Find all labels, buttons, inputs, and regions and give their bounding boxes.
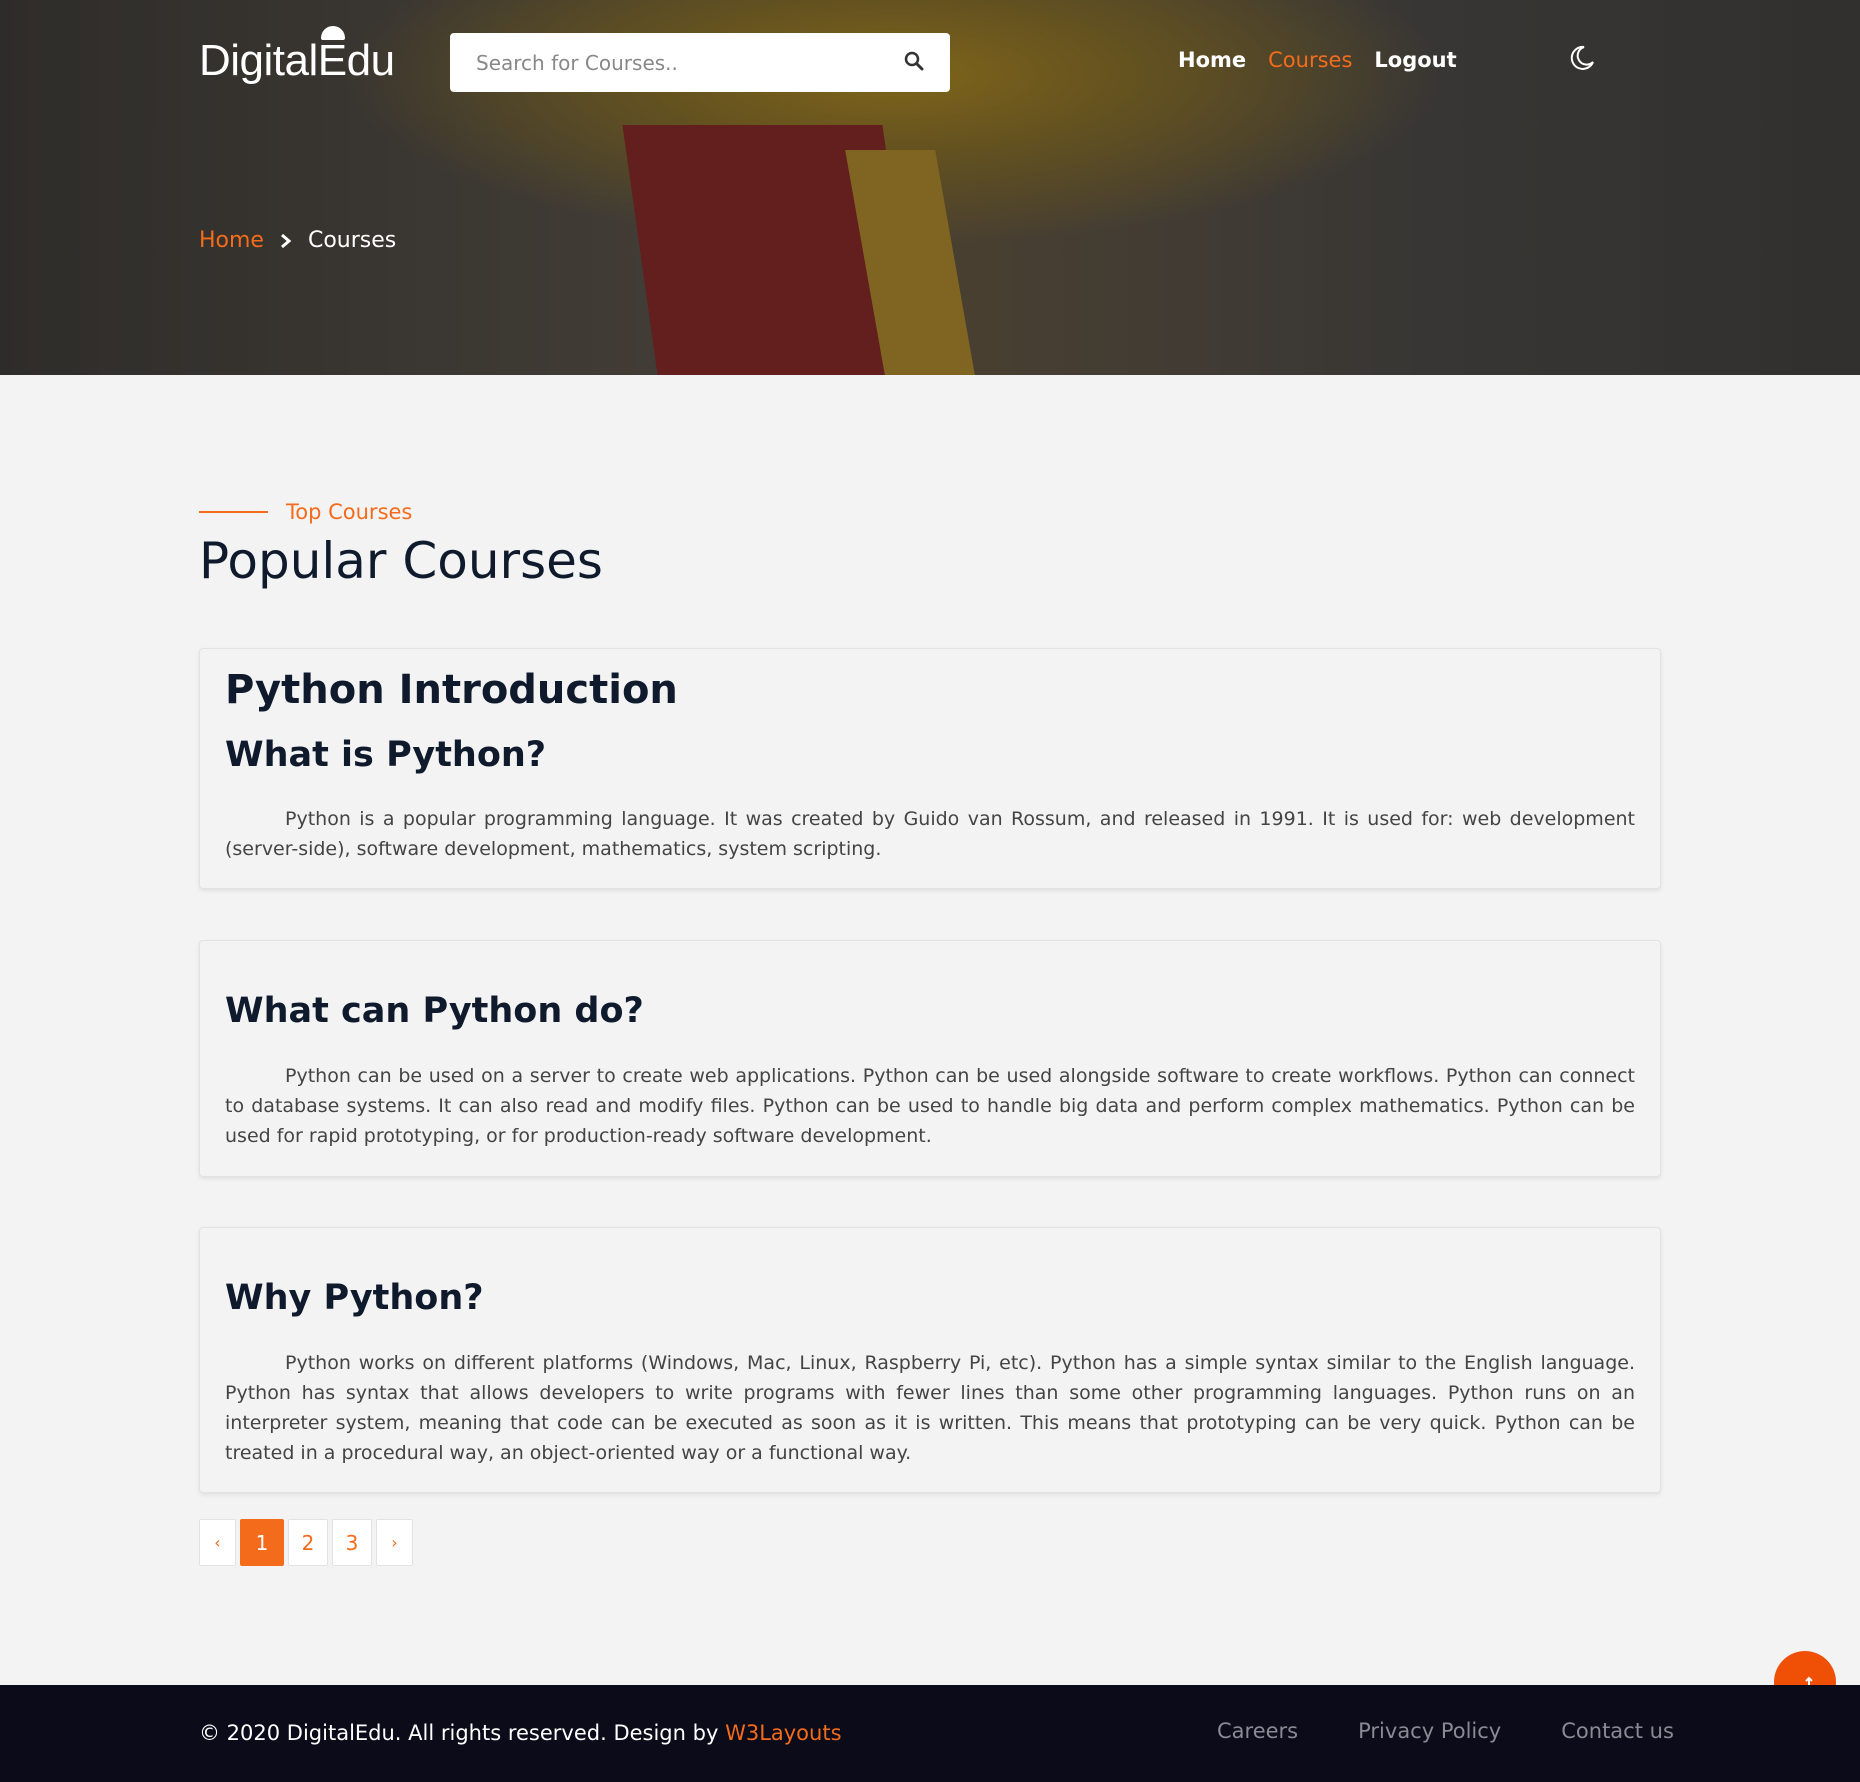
card-heading: Why Python? bbox=[225, 1278, 484, 1318]
main-nav: Home Courses Logout bbox=[1178, 48, 1457, 72]
nav-home[interactable]: Home bbox=[1178, 48, 1246, 72]
nav-courses[interactable]: Courses bbox=[1268, 48, 1352, 72]
section-tag: Top Courses bbox=[199, 500, 412, 524]
section-tag-line bbox=[199, 511, 268, 513]
breadcrumb-home[interactable]: Home bbox=[199, 228, 264, 253]
card-heading: What is Python? bbox=[225, 735, 547, 775]
pagination-page-1[interactable]: 1 bbox=[240, 1519, 284, 1566]
copyright-label: © 2020 DigitalEdu. All rights reserved. … bbox=[199, 1721, 726, 1745]
nav-logout[interactable]: Logout bbox=[1374, 48, 1456, 72]
pagination-next[interactable]: › bbox=[376, 1519, 413, 1566]
card-heading: What can Python do? bbox=[225, 991, 644, 1031]
footer-link-contact[interactable]: Contact us bbox=[1561, 1719, 1674, 1743]
page-title: Popular Courses bbox=[199, 532, 603, 590]
course-card: What can Python do? Python can be used o… bbox=[199, 940, 1661, 1177]
breadcrumb-current: Courses bbox=[307, 228, 397, 253]
footer-links: Careers Privacy Policy Contact us bbox=[1217, 1719, 1674, 1743]
pagination-page-3[interactable]: 3 bbox=[332, 1519, 372, 1566]
hero-banner: DigitalEdu Home Courses Logout Home Cour… bbox=[0, 0, 1860, 375]
footer: © 2020 DigitalEdu. All rights reserved. … bbox=[0, 1685, 1860, 1782]
card-body: Python works on different platforms (Win… bbox=[225, 1352, 1635, 1464]
footer-link-careers[interactable]: Careers bbox=[1217, 1719, 1298, 1743]
designer-link[interactable]: W3Layouts bbox=[725, 1721, 841, 1745]
pagination-page-2[interactable]: 2 bbox=[288, 1519, 328, 1566]
course-card: Python Introduction What is Python? Pyth… bbox=[199, 648, 1661, 889]
chevron-right-icon bbox=[280, 233, 292, 248]
pagination-prev[interactable]: ‹ bbox=[199, 1519, 236, 1566]
card-body: Python can be used on a server to create… bbox=[225, 1065, 1635, 1147]
site-logo[interactable]: DigitalEdu bbox=[199, 36, 395, 86]
search-input[interactable] bbox=[476, 50, 896, 75]
pagination: ‹ 1 2 3 › bbox=[199, 1519, 413, 1566]
section-tag-label: Top Courses bbox=[286, 500, 413, 524]
course-card: Why Python? Python works on different pl… bbox=[199, 1227, 1661, 1493]
moon-icon[interactable] bbox=[1568, 44, 1596, 72]
card-body: Python is a popular programming language… bbox=[225, 808, 1635, 860]
search-icon[interactable] bbox=[904, 51, 924, 71]
search-box bbox=[450, 33, 950, 92]
card-title: Python Introduction bbox=[225, 667, 678, 713]
footer-link-privacy[interactable]: Privacy Policy bbox=[1358, 1719, 1501, 1743]
breadcrumb: Home Courses bbox=[199, 228, 396, 253]
copyright-text: © 2020 DigitalEdu. All rights reserved. … bbox=[199, 1721, 842, 1745]
